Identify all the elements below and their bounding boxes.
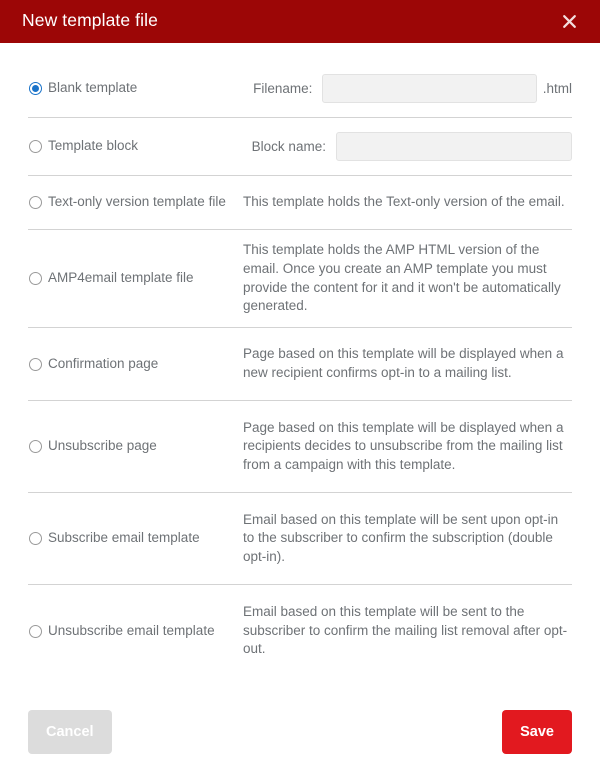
save-button[interactable]: Save [502, 709, 572, 754]
filename-suffix: .html [542, 81, 572, 96]
option-label-cell: Subscribe email template [28, 530, 243, 547]
option-row-blank-template[interactable]: Blank template Filename: .html [28, 60, 572, 118]
close-icon[interactable] [556, 9, 582, 35]
radio-subscribe-email-template[interactable] [29, 532, 42, 545]
dialog-header: New template file [0, 0, 600, 43]
option-label[interactable]: Blank template [48, 80, 137, 97]
option-label-cell: Template block [28, 138, 243, 155]
option-detail-cell: This template holds the AMP HTML version… [243, 241, 572, 316]
option-description: Page based on this template will be disp… [243, 346, 564, 380]
option-description: This template holds the AMP HTML version… [243, 242, 561, 314]
option-label-cell: Confirmation page [28, 356, 243, 373]
option-description: This template holds the Text-only versio… [243, 194, 565, 210]
option-description: Email based on this template will be sen… [243, 511, 559, 564]
radio-unsubscribe-page[interactable] [29, 440, 42, 453]
template-type-options: Blank template Filename: .html Template … [28, 43, 572, 677]
option-detail-cell: Block name: [243, 132, 572, 161]
option-label[interactable]: Unsubscribe email template [48, 623, 215, 640]
option-detail-cell: This template holds the Text-only versio… [243, 193, 572, 212]
option-label[interactable]: Text-only version template file [48, 194, 226, 211]
option-description: Email based on this template will be sen… [243, 604, 568, 657]
option-label-cell: Blank template [28, 80, 243, 97]
option-detail-cell: Email based on this template will be sen… [243, 603, 572, 659]
option-row-unsubscribe-email-template[interactable]: Unsubscribe email template Email based o… [28, 585, 572, 677]
radio-unsubscribe-email-template[interactable] [29, 624, 42, 638]
option-label-cell: AMP4email template file [28, 270, 243, 287]
option-row-unsubscribe-page[interactable]: Unsubscribe page Page based on this temp… [28, 401, 572, 493]
radio-text-only-version-template-file[interactable] [29, 196, 42, 209]
option-detail-cell: Filename: .html [243, 74, 572, 103]
option-detail-cell: Page based on this template will be disp… [243, 345, 572, 382]
radio-amp4email-template-file[interactable] [29, 272, 42, 285]
option-label[interactable]: Subscribe email template [48, 530, 200, 547]
option-description: Page based on this template will be disp… [243, 419, 564, 472]
filename-input[interactable] [322, 74, 537, 103]
block-name-label: Block name: [251, 139, 326, 154]
dialog-footer: Cancel Save [0, 690, 600, 773]
option-label[interactable]: Confirmation page [48, 356, 158, 373]
option-detail-cell: Page based on this template will be disp… [243, 419, 572, 475]
option-row-amp4email-template-file[interactable]: AMP4email template file This template ho… [28, 230, 572, 328]
option-label[interactable]: Template block [48, 138, 138, 155]
option-label-cell: Unsubscribe page [28, 438, 243, 455]
radio-template-block[interactable] [29, 140, 42, 153]
filename-label: Filename: [253, 81, 313, 96]
cancel-button[interactable]: Cancel [28, 709, 112, 754]
option-row-subscribe-email-template[interactable]: Subscribe email template Email based on … [28, 493, 572, 585]
option-label[interactable]: AMP4email template file [48, 270, 194, 287]
option-label-cell: Unsubscribe email template [28, 623, 243, 640]
new-template-file-dialog: New template file Blank template Filenam… [0, 0, 600, 773]
page-title: New template file [22, 10, 158, 31]
option-label[interactable]: Unsubscribe page [48, 438, 157, 455]
radio-confirmation-page[interactable] [29, 357, 42, 371]
radio-blank-template[interactable] [29, 82, 42, 95]
option-row-template-block[interactable]: Template block Block name: [28, 118, 572, 176]
option-detail-cell: Email based on this template will be sen… [243, 511, 572, 567]
dialog-body: Blank template Filename: .html Template … [0, 43, 600, 690]
option-row-text-only-version-template-file[interactable]: Text-only version template file This tem… [28, 176, 572, 230]
option-label-cell: Text-only version template file [28, 194, 243, 211]
block-name-input[interactable] [335, 132, 572, 161]
option-row-confirmation-page[interactable]: Confirmation page Page based on this tem… [28, 328, 572, 401]
